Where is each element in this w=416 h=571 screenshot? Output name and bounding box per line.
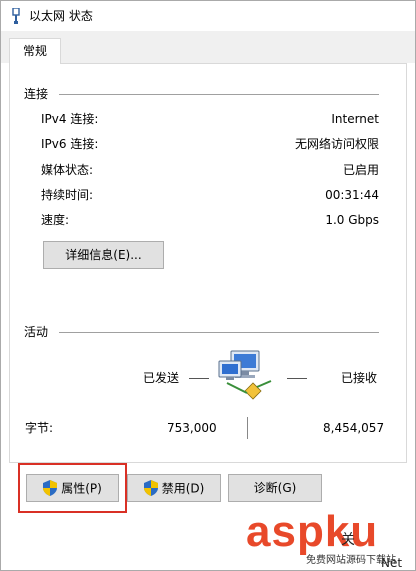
ipv4-value: Internet — [331, 112, 379, 126]
speed-label: 速度: — [41, 213, 70, 227]
duration-value: 00:31:44 — [325, 188, 379, 202]
bytes-label: 字节: — [25, 421, 54, 435]
ipv6-value: 无网络访问权限 — [294, 137, 379, 151]
details-button[interactable]: 详细信息(E)... — [43, 241, 164, 269]
disable-button[interactable]: 禁用(D) — [127, 474, 221, 502]
disable-button-label: 禁用(D) — [161, 481, 205, 496]
sent-label: 已发送 — [143, 371, 180, 385]
tab-strip — [1, 31, 415, 63]
close-button-partial[interactable]: 关 — [341, 531, 355, 549]
speed-value: 1.0 Gbps — [325, 213, 379, 227]
received-label: 已接收 — [341, 371, 378, 385]
activity-divider — [59, 332, 379, 333]
connection-divider — [59, 94, 379, 95]
bytes-sent-value: 753,000 — [167, 421, 217, 435]
ipv4-label: IPv4 连接: — [41, 112, 99, 126]
diagnose-button[interactable]: 诊断(G) — [228, 474, 322, 502]
title-bar: 以太网 状态 — [1, 1, 415, 31]
duration-label: 持续时间: — [41, 188, 94, 202]
ethernet-plug-icon — [12, 8, 20, 24]
received-dash — [287, 378, 307, 379]
connection-group-title: 连接 — [24, 86, 55, 102]
bytes-received-value: 8,454,057 — [323, 421, 385, 435]
watermark-brand: aspku — [246, 507, 379, 556]
sent-dash — [189, 378, 209, 379]
uac-shield-icon — [143, 479, 158, 496]
watermark-net-text: Net — [381, 556, 403, 570]
tab-general[interactable]: 常规 — [9, 38, 61, 64]
activity-group-title: 活动 — [24, 324, 55, 340]
properties-highlight-box — [18, 463, 127, 513]
window-title: 以太网 状态 — [29, 9, 93, 23]
ethernet-status-window: 以太网 状态 常规 连接 IPv4 连接: Internet IPv6 连接: … — [0, 0, 416, 571]
network-computers-icon — [218, 350, 272, 400]
media-state-label: 媒体状态: — [41, 163, 94, 177]
media-state-value: 已启用 — [342, 163, 379, 177]
ipv6-label: IPv6 连接: — [41, 137, 99, 151]
bytes-separator — [247, 417, 248, 439]
